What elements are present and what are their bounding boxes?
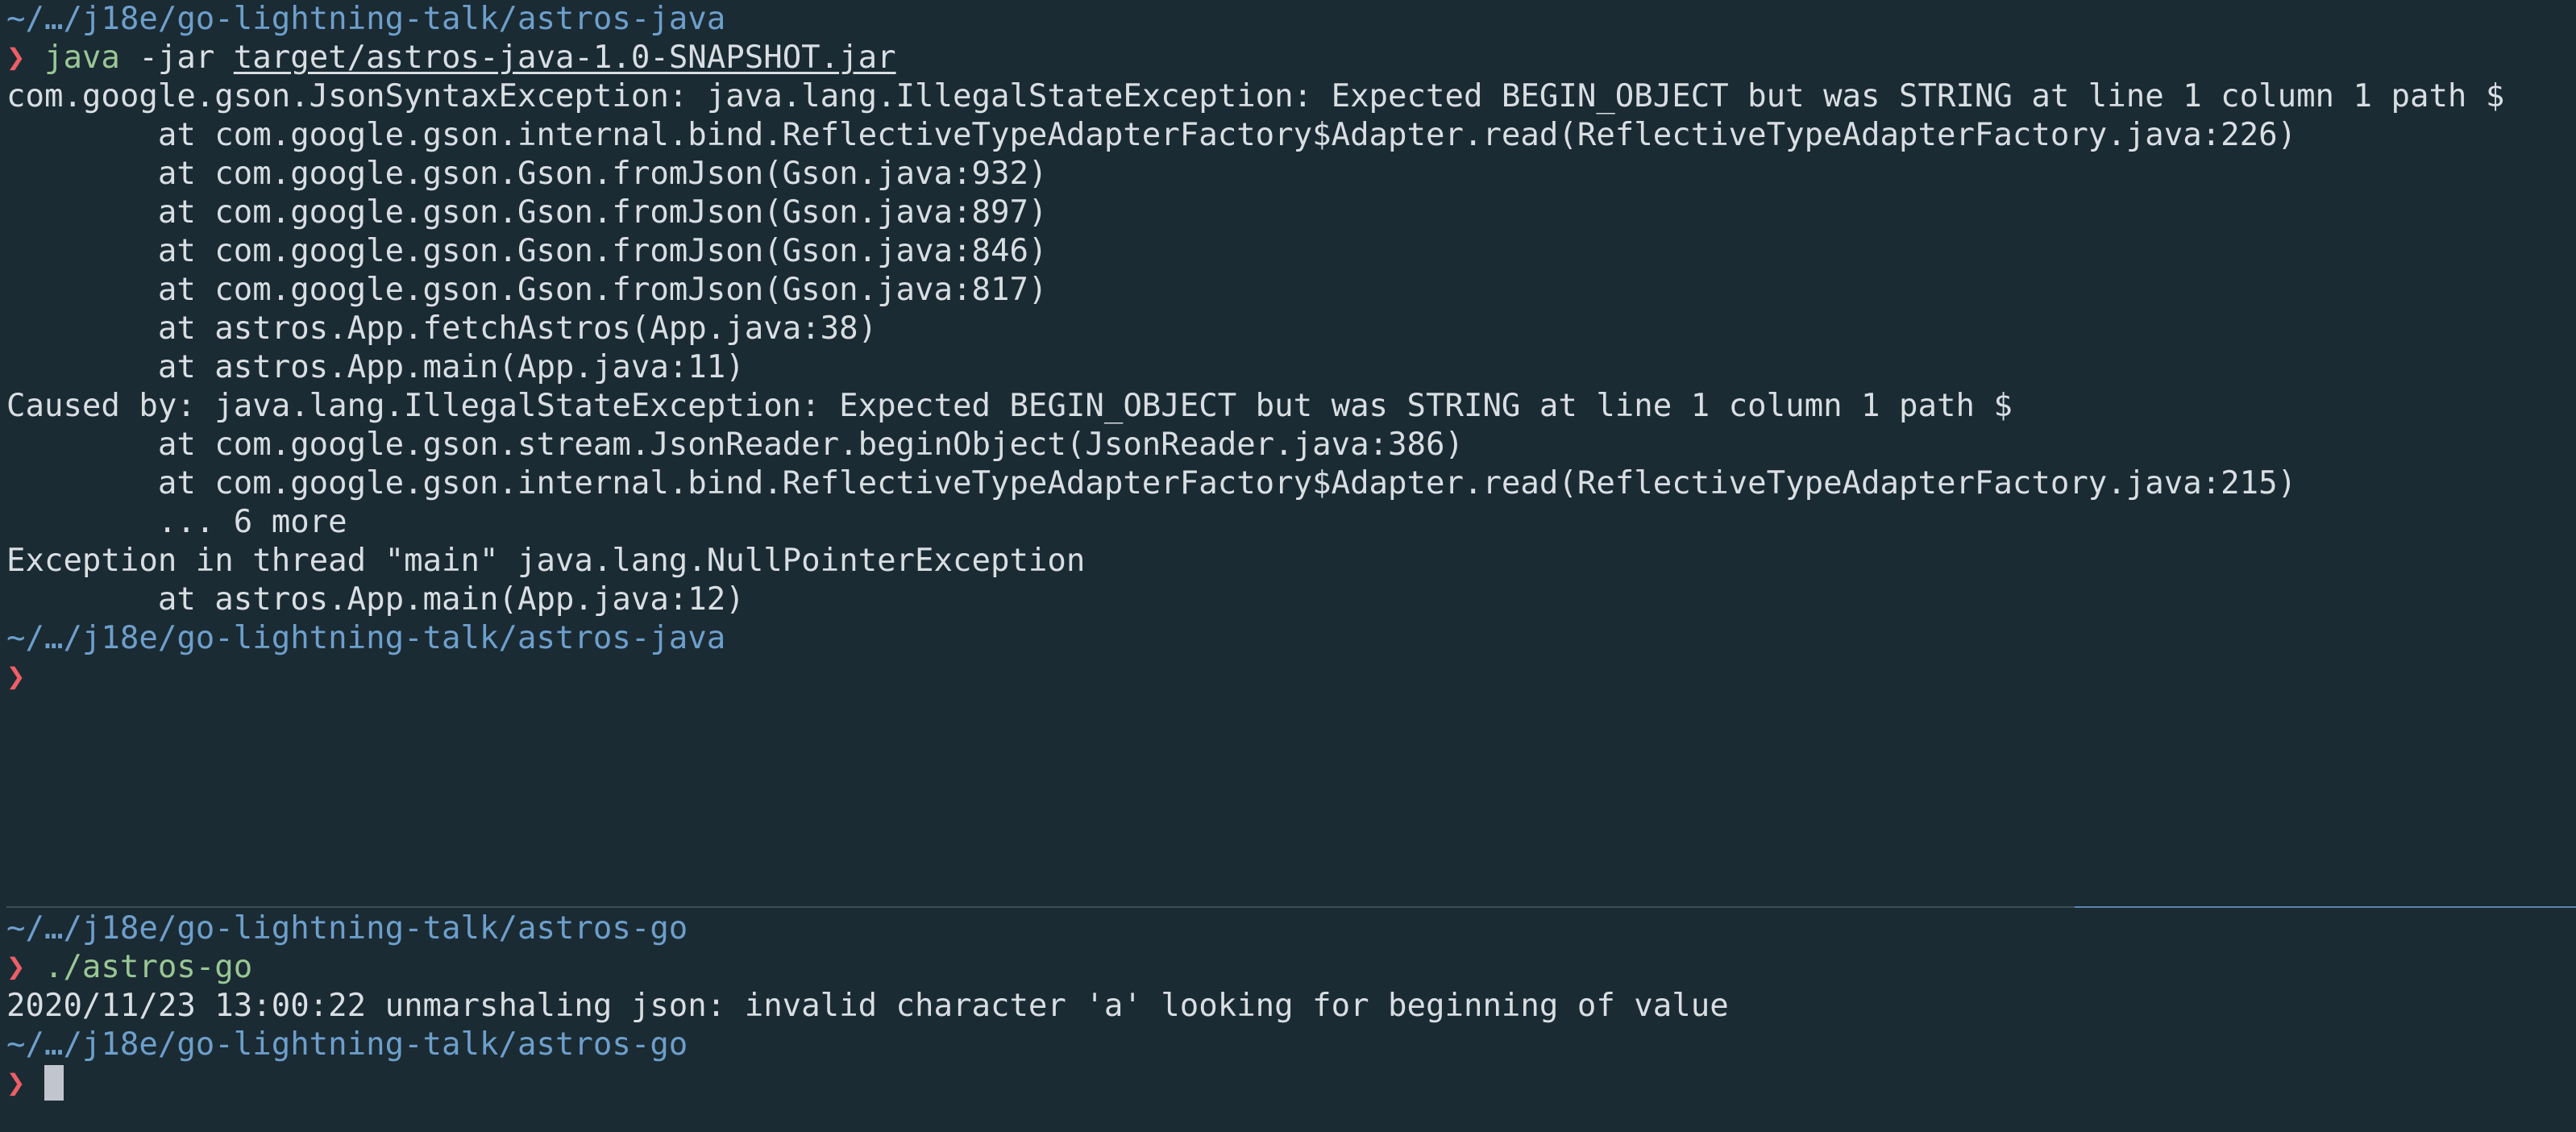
output-line: com.google.gson.JsonSyntaxException: jav…: [6, 78, 2505, 114]
cwd-line: ~/…/j18e/go-lightning-talk/astros-go: [6, 1026, 688, 1063]
cwd-line: ~/…/j18e/go-lightning-talk/astros-go: [6, 910, 688, 947]
output-line: at astros.App.main(App.java:12): [6, 581, 745, 618]
command-program: ./astros-go: [44, 949, 253, 985]
prompt-symbol: ❯: [6, 949, 26, 985]
terminal-pane-bottom[interactable]: ~/…/j18e/go-lightning-talk/astros-go ❯ .…: [0, 909, 2576, 1132]
output-line: at astros.App.main(App.java:11): [6, 349, 745, 385]
command-line: ❯ ./astros-go: [6, 948, 2576, 987]
prompt-line[interactable]: ❯: [6, 658, 2576, 697]
output-line: at astros.App.fetchAstros(App.java:38): [6, 310, 878, 347]
terminal-pane-top[interactable]: ~/…/j18e/go-lightning-talk/astros-java ❯…: [0, 0, 2576, 906]
output-line: at com.google.gson.internal.bind.Reflect…: [6, 117, 2297, 153]
output-line: at com.google.gson.Gson.fromJson(Gson.ja…: [6, 272, 1048, 308]
output-line: 2020/11/23 13:00:22 unmarshaling json: i…: [6, 988, 1729, 1024]
output-line: at com.google.gson.Gson.fromJson(Gson.ja…: [6, 194, 1048, 231]
output-line: at com.google.gson.Gson.fromJson(Gson.ja…: [6, 156, 1048, 192]
output-line: Caused by: java.lang.IllegalStateExcepti…: [6, 388, 2013, 424]
cwd-line: ~/…/j18e/go-lightning-talk/astros-java: [6, 1, 726, 37]
prompt-symbol: ❯: [6, 1065, 26, 1101]
output-line: at com.google.gson.stream.JsonReader.beg…: [6, 427, 1464, 463]
output-line: Exception in thread "main" java.lang.Nul…: [6, 543, 1086, 579]
output-line: ... 6 more: [6, 504, 347, 540]
command-flag: -jar: [139, 40, 215, 76]
prompt-symbol: ❯: [6, 659, 26, 695]
prompt-line[interactable]: ❯: [6, 1064, 2576, 1103]
command-program: java: [44, 40, 120, 76]
pane-divider[interactable]: [6, 906, 2075, 908]
text-cursor: [44, 1065, 64, 1101]
active-pane-indicator: [2075, 906, 2576, 908]
command-file-path[interactable]: target/astros-java-1.0-SNAPSHOT.jar: [234, 40, 896, 76]
cwd-line: ~/…/j18e/go-lightning-talk/astros-java: [6, 620, 726, 656]
prompt-symbol: ❯: [6, 40, 26, 76]
output-line: at com.google.gson.Gson.fromJson(Gson.ja…: [6, 233, 1048, 269]
command-line: ❯ java -jar target/astros-java-1.0-SNAPS…: [6, 39, 2576, 77]
output-line: at com.google.gson.internal.bind.Reflect…: [6, 465, 2297, 501]
